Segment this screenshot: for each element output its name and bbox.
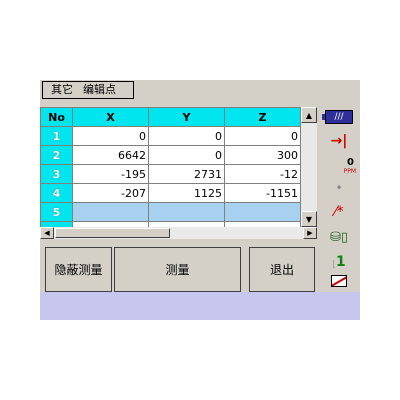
cell-z[interactable]: -12 bbox=[224, 164, 301, 184]
scroll-thumb[interactable] bbox=[55, 228, 170, 238]
row-number: 3 bbox=[40, 164, 73, 184]
column-header-y[interactable]: Y bbox=[148, 107, 225, 127]
cell-z[interactable]: 300 bbox=[224, 145, 301, 165]
vertical-scrollbar[interactable]: ▲ ▼ bbox=[301, 107, 317, 227]
menu-button[interactable]: 其它 编辑点 bbox=[42, 81, 134, 99]
battery-label: /// bbox=[322, 110, 353, 124]
face-number: 1 bbox=[335, 254, 346, 270]
table-row[interactable]: 4 -207 1125 -1151 bbox=[40, 183, 301, 203]
menu-item-edit-point[interactable]: 编辑点 bbox=[83, 82, 116, 98]
device-connection-icon[interactable]: ⛁▯ bbox=[318, 227, 360, 247]
cell-y[interactable]: 1125 bbox=[148, 183, 225, 203]
table-row[interactable]: 1 0 0 0 bbox=[40, 126, 301, 146]
app-screen: 其它 编辑点 No X Y Z 1 0 0 0 2 6642 0 300 3 -… bbox=[40, 80, 360, 320]
target-arrow-icon[interactable]: →| bbox=[318, 133, 360, 149]
cell-z[interactable] bbox=[224, 202, 301, 222]
cell-x[interactable]: -195 bbox=[72, 164, 149, 184]
compensator-off-icon[interactable] bbox=[318, 273, 360, 289]
cell-y[interactable] bbox=[148, 202, 225, 222]
cell-y[interactable]: 0 bbox=[148, 126, 225, 146]
horizontal-scrollbar[interactable]: ◀ ▶ bbox=[40, 227, 317, 239]
column-header-no[interactable]: No bbox=[40, 107, 73, 127]
table-header-row: No X Y Z bbox=[40, 107, 301, 127]
row-number: 1 bbox=[40, 126, 73, 146]
status-panel: /// →| 0 PPM • ⁄* ⛁▯ ⌊ 1 bbox=[318, 107, 360, 292]
cell-x[interactable]: 6642 bbox=[72, 145, 149, 165]
scroll-left-arrow-icon[interactable]: ◀ bbox=[40, 227, 54, 239]
table-row-selected[interactable]: 5 bbox=[40, 202, 301, 222]
column-header-z[interactable]: Z bbox=[224, 107, 301, 127]
battery-icon: /// bbox=[318, 109, 360, 125]
scroll-right-arrow-icon[interactable]: ▶ bbox=[303, 227, 317, 239]
point-table: No X Y Z 1 0 0 0 2 6642 0 300 3 -195 273… bbox=[40, 107, 317, 227]
menu-bar: 其它 编辑点 bbox=[40, 80, 360, 100]
ppm-value: 0 bbox=[347, 157, 354, 168]
ppm-unit: PPM bbox=[343, 168, 356, 175]
measure-button[interactable]: 测量 bbox=[114, 247, 241, 292]
scroll-up-arrow-icon[interactable]: ▲ bbox=[301, 107, 317, 123]
cell-y[interactable]: 2731 bbox=[148, 164, 225, 184]
row-number: 4 bbox=[40, 183, 73, 203]
exit-button[interactable]: 退出 bbox=[249, 247, 315, 292]
dot-indicator-icon: • bbox=[335, 181, 343, 195]
cell-x[interactable] bbox=[72, 202, 149, 222]
table-row[interactable]: 3 -195 2731 -12 bbox=[40, 164, 301, 184]
cell-x[interactable]: 0 bbox=[72, 126, 149, 146]
menu-item-other[interactable]: 其它 bbox=[51, 82, 73, 98]
row-number: 5 bbox=[40, 202, 73, 222]
bottom-strip bbox=[40, 292, 360, 320]
cell-z[interactable]: 0 bbox=[224, 126, 301, 146]
laser-pointer-icon[interactable]: ⁄* bbox=[318, 203, 360, 221]
ppm-indicator[interactable]: 0 PPM bbox=[318, 155, 360, 179]
cell-z[interactable]: -1151 bbox=[224, 183, 301, 203]
face-indicator[interactable]: ⌊ 1 bbox=[318, 253, 360, 271]
cell-y[interactable]: 0 bbox=[148, 145, 225, 165]
row-number: 2 bbox=[40, 145, 73, 165]
column-header-x[interactable]: X bbox=[72, 107, 149, 127]
scroll-down-arrow-icon[interactable]: ▼ bbox=[301, 211, 317, 227]
table-row[interactable]: 2 6642 0 300 bbox=[40, 145, 301, 165]
cell-x[interactable]: -207 bbox=[72, 183, 149, 203]
hidden-measure-button[interactable]: 隐蔽测量 bbox=[45, 247, 112, 292]
